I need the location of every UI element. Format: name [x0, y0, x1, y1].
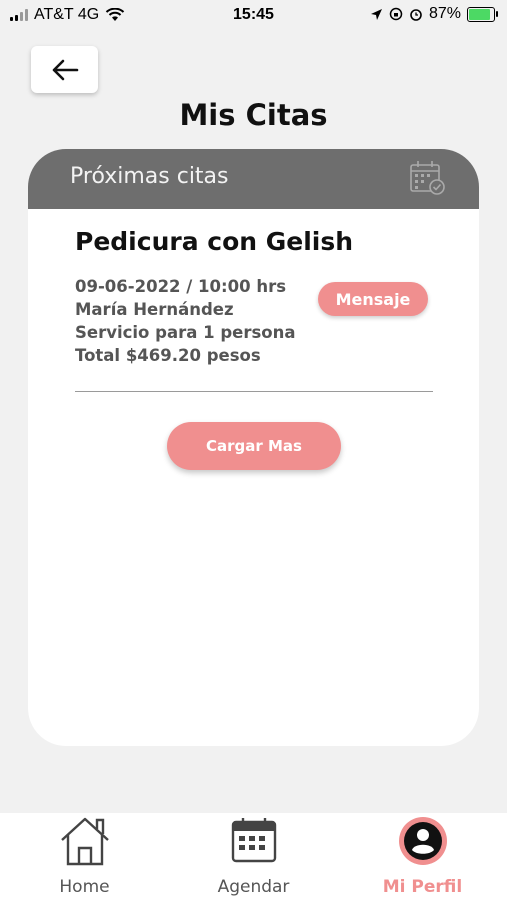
alarm-icon	[410, 9, 422, 21]
card-header-label: Próximas citas	[70, 164, 229, 189]
appointment-title: Pedicura con Gelish	[75, 227, 354, 256]
appointment-total: Total $469.20 pesos	[75, 346, 261, 365]
bottom-nav: Home Agendar Mi Perfil	[0, 813, 507, 900]
arrow-left-icon	[52, 59, 78, 80]
nav-item-home[interactable]: Home	[0, 813, 169, 900]
appointment-client: María Hernández	[75, 300, 234, 319]
divider	[75, 391, 433, 392]
battery-icon	[467, 6, 498, 22]
message-button[interactable]: Mensaje	[318, 282, 428, 316]
battery-fill	[469, 8, 490, 20]
calendar-check-icon	[410, 161, 445, 195]
back-button[interactable]	[31, 46, 98, 93]
status-right: 87%	[370, 5, 498, 23]
nav-label-mi-perfil: Mi Perfil	[382, 877, 463, 897]
page-title: Mis Citas	[179, 98, 328, 132]
nav-item-mi-perfil[interactable]: Mi Perfil	[338, 813, 507, 900]
status-bar: AT&T 4G 15:45 87%	[0, 0, 507, 32]
appointment-service: Servicio para 1 persona	[75, 323, 296, 342]
calendar-icon	[231, 818, 276, 863]
profile-icon	[398, 817, 447, 865]
location-arrow-icon	[370, 8, 382, 20]
battery-percent: 87%	[428, 5, 461, 22]
load-more-button[interactable]: Cargar Mas	[167, 422, 341, 470]
card-header: Próximas citas	[28, 149, 479, 209]
nav-label-agendar: Agendar	[217, 877, 290, 897]
appointment-datetime: 09-06-2022 / 10:00 hrs	[75, 277, 287, 296]
appointments-card: Próximas citas Pedicura con Gelish 09-06…	[28, 149, 479, 746]
nav-item-agendar[interactable]: Agendar	[169, 813, 338, 900]
nav-label-home: Home	[59, 877, 110, 897]
home-icon	[60, 817, 109, 866]
lock-rotation-icon	[389, 7, 403, 21]
